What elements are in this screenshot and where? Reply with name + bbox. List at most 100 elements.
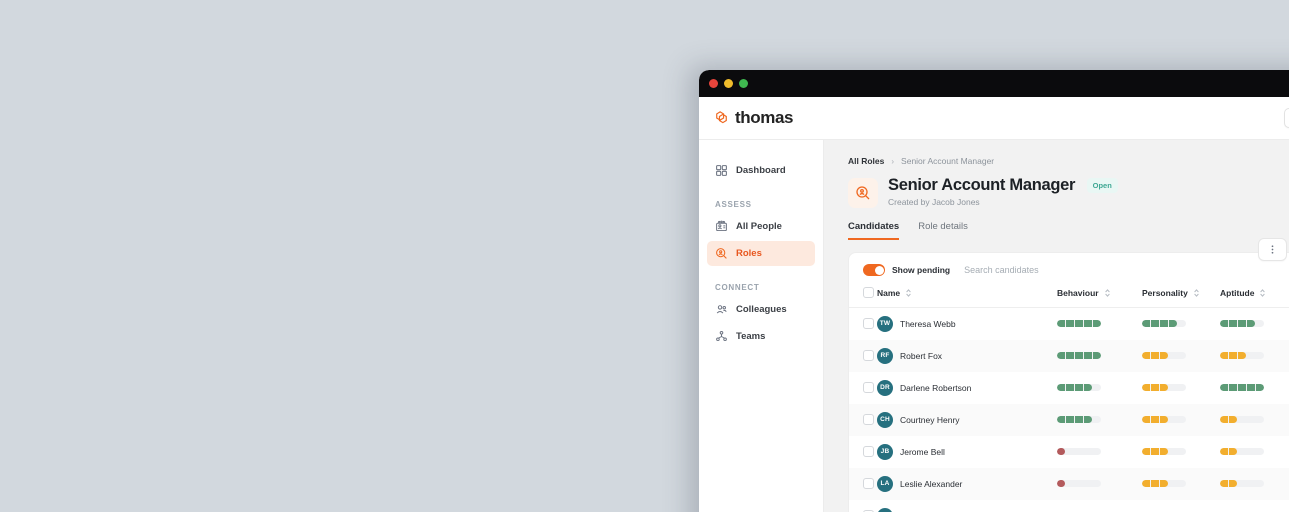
search-input[interactable] (964, 265, 1115, 275)
select-all-checkbox[interactable] (863, 287, 874, 298)
score-segment (1220, 448, 1228, 455)
sort-icon[interactable] (1259, 288, 1266, 298)
row-checkbox[interactable] (863, 446, 874, 457)
score-segment (1151, 480, 1159, 487)
behaviour-score-cell (1057, 468, 1142, 500)
sidebar-item-colleagues[interactable]: Colleagues (707, 297, 815, 322)
role-title-block: Senior Account Manager Open Created by J… (888, 176, 1118, 207)
score-segment (1247, 480, 1255, 487)
sidebar-item-teams[interactable]: Teams (707, 324, 815, 349)
table-row[interactable]: JBJerome Bell3.0 / (849, 436, 1289, 468)
breadcrumb-all-roles[interactable]: All Roles (848, 156, 884, 166)
col-header-name[interactable]: Name (877, 287, 1057, 308)
kebab-menu-button[interactable] (1258, 238, 1288, 261)
sidebar-item-label: Colleagues (736, 304, 787, 315)
score-segment (1229, 480, 1237, 487)
maximize-traffic-light[interactable] (739, 79, 748, 88)
col-header-aptitude[interactable]: Aptitude (1220, 287, 1289, 308)
row-checkbox[interactable] (863, 382, 874, 393)
score-segment (1220, 352, 1228, 359)
sidebar-item-roles[interactable]: Roles (707, 241, 815, 266)
score-segment (1084, 448, 1092, 455)
thomas-logo[interactable]: thomas (713, 108, 793, 128)
personality-score-cell (1142, 372, 1220, 404)
aptitude-score-cell (1220, 372, 1289, 404)
behaviour-score-bar (1057, 480, 1101, 487)
tab-candidates[interactable]: Candidates (848, 221, 900, 240)
score-segment (1247, 352, 1255, 359)
score-segment (1057, 416, 1065, 423)
breadcrumb-current: Senior Account Manager (901, 156, 995, 166)
row-select-cell (849, 340, 877, 372)
score-segment (1142, 448, 1150, 455)
score-segment (1178, 480, 1186, 487)
viewer-role-badge[interactable]: Viewer (1283, 108, 1289, 128)
table-row[interactable]: TWTheresa Webb4.5 / (849, 308, 1289, 340)
table-row[interactable]: RFRobert Fox4.0 / (849, 339, 1289, 372)
score-segment (1142, 416, 1150, 423)
avatar: RF (877, 347, 893, 364)
close-traffic-light[interactable] (709, 79, 718, 88)
score-segment (1178, 384, 1186, 391)
score-segment (1247, 384, 1255, 391)
score-segment (1075, 448, 1083, 455)
table-header-row: Name Behaviour Personality Aptitude (849, 287, 1289, 308)
candidate-name-cell: JB Jerome Bell (877, 436, 1057, 468)
score-segment (1178, 448, 1186, 455)
window-titlebar (699, 70, 1289, 97)
col-header-personality[interactable]: Personality (1142, 287, 1220, 308)
show-pending-toggle[interactable]: Show pending (863, 264, 950, 276)
minimize-traffic-light[interactable] (724, 79, 733, 88)
sort-icon[interactable] (905, 288, 912, 298)
score-segment (1160, 384, 1168, 391)
score-segment (1151, 416, 1159, 423)
sidebar-item-all-people[interactable]: All People (707, 214, 815, 239)
score-segment (1075, 416, 1083, 423)
aptitude-score-cell (1220, 404, 1289, 436)
candidate-name-cell: DR Darlene Robertson (877, 372, 1057, 404)
row-checkbox[interactable] (863, 414, 874, 425)
table-row[interactable]: DRDarlene Robertson3.5 / (849, 372, 1289, 404)
col-header-label: Personality (1142, 287, 1188, 298)
logo-wordmark: thomas (735, 108, 794, 127)
score-segment (1247, 320, 1255, 328)
aptitude-score-cell (1220, 308, 1289, 340)
table-toolbar: Show pending (849, 253, 1289, 287)
personality-score-bar (1142, 416, 1186, 423)
thomas-hexagon-logo-icon (713, 110, 730, 127)
avatar: LA (877, 475, 893, 492)
table-row[interactable]: CHCourtney Henry3.0 / (849, 403, 1289, 436)
score-segment (1178, 320, 1186, 327)
col-header-behaviour[interactable]: Behaviour (1057, 287, 1142, 308)
score-segment (1256, 352, 1264, 359)
role-search-icon (715, 247, 728, 260)
aptitude-score-bar (1220, 384, 1264, 391)
breadcrumb: All Roles › Senior Account Manager (848, 156, 1289, 166)
score-segment (1142, 352, 1150, 359)
personality-score-cell (1142, 308, 1220, 340)
avatar: JB (877, 443, 893, 460)
breadcrumb-separator-icon: › (891, 156, 895, 166)
tab-role-details[interactable]: Role details (918, 221, 968, 240)
sidebar-item-dashboard[interactable]: Dashboard (707, 158, 815, 183)
score-segment (1256, 384, 1264, 391)
sidebar-item-label: All People (736, 221, 782, 232)
table-row[interactable]: LALeslie Alexander2.5 / (849, 467, 1289, 500)
table-row[interactable]: AMArlene McCoy2.0 / (849, 500, 1289, 512)
sort-icon[interactable] (1193, 288, 1200, 298)
row-checkbox[interactable] (863, 318, 874, 330)
toggle-switch[interactable] (863, 264, 885, 276)
candidate-name: Courtney Henry (900, 414, 960, 425)
score-segment (1160, 448, 1168, 455)
people-card-icon (715, 220, 728, 233)
sort-icon[interactable] (1104, 288, 1111, 298)
behaviour-score-cell (1057, 436, 1142, 468)
row-checkbox[interactable] (863, 478, 874, 489)
personality-score-bar (1142, 352, 1186, 359)
score-segment (1093, 480, 1101, 487)
teams-icon (715, 330, 728, 343)
score-segment (1229, 352, 1237, 359)
table-body: TWTheresa Webb4.5 /RFRobert Fox4.0 /DRDa… (849, 308, 1289, 512)
row-checkbox[interactable] (863, 350, 874, 361)
score-segment (1151, 384, 1159, 391)
